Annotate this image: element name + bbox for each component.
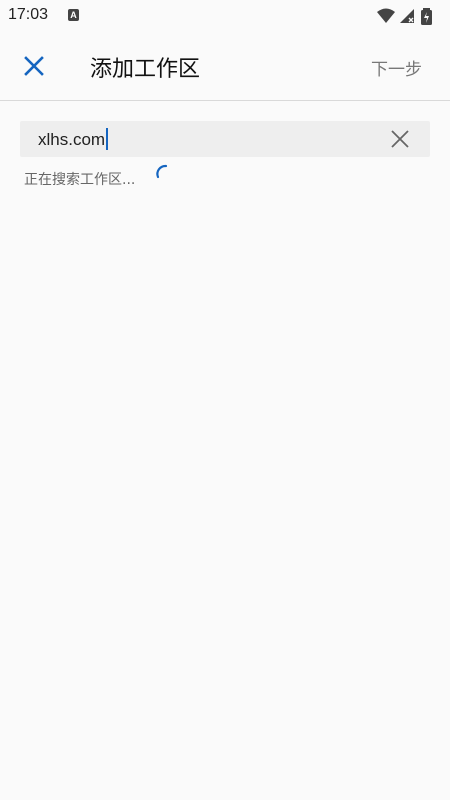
workspace-search-field[interactable]: xlhs.com (20, 121, 430, 157)
clear-icon (391, 130, 409, 148)
status-icons (376, 6, 442, 26)
close-button[interactable] (16, 48, 52, 84)
close-icon (24, 56, 44, 76)
battery-icon (421, 8, 432, 25)
text-caret (106, 128, 109, 150)
next-button[interactable]: 下一步 (371, 55, 422, 80)
screen: 17:03 A 添加工作区 下一步 xlhs.com 正在搜索工作区... (0, 0, 450, 800)
page-title: 添加工作区 (90, 57, 201, 82)
notification-icon: A (68, 9, 79, 21)
loading-spinner-icon (156, 164, 168, 179)
wifi-icon (377, 8, 395, 23)
signal-icon (400, 9, 414, 23)
search-input[interactable]: xlhs.com (38, 128, 109, 150)
clear-button[interactable] (388, 127, 412, 151)
search-status-text: 正在搜索工作区... (24, 172, 136, 188)
status-bar: 17:03 A (0, 0, 450, 32)
app-bar: 添加工作区 下一步 (0, 32, 450, 101)
search-input-value: xlhs.com (38, 130, 106, 149)
status-time: 17:03 (8, 6, 49, 23)
